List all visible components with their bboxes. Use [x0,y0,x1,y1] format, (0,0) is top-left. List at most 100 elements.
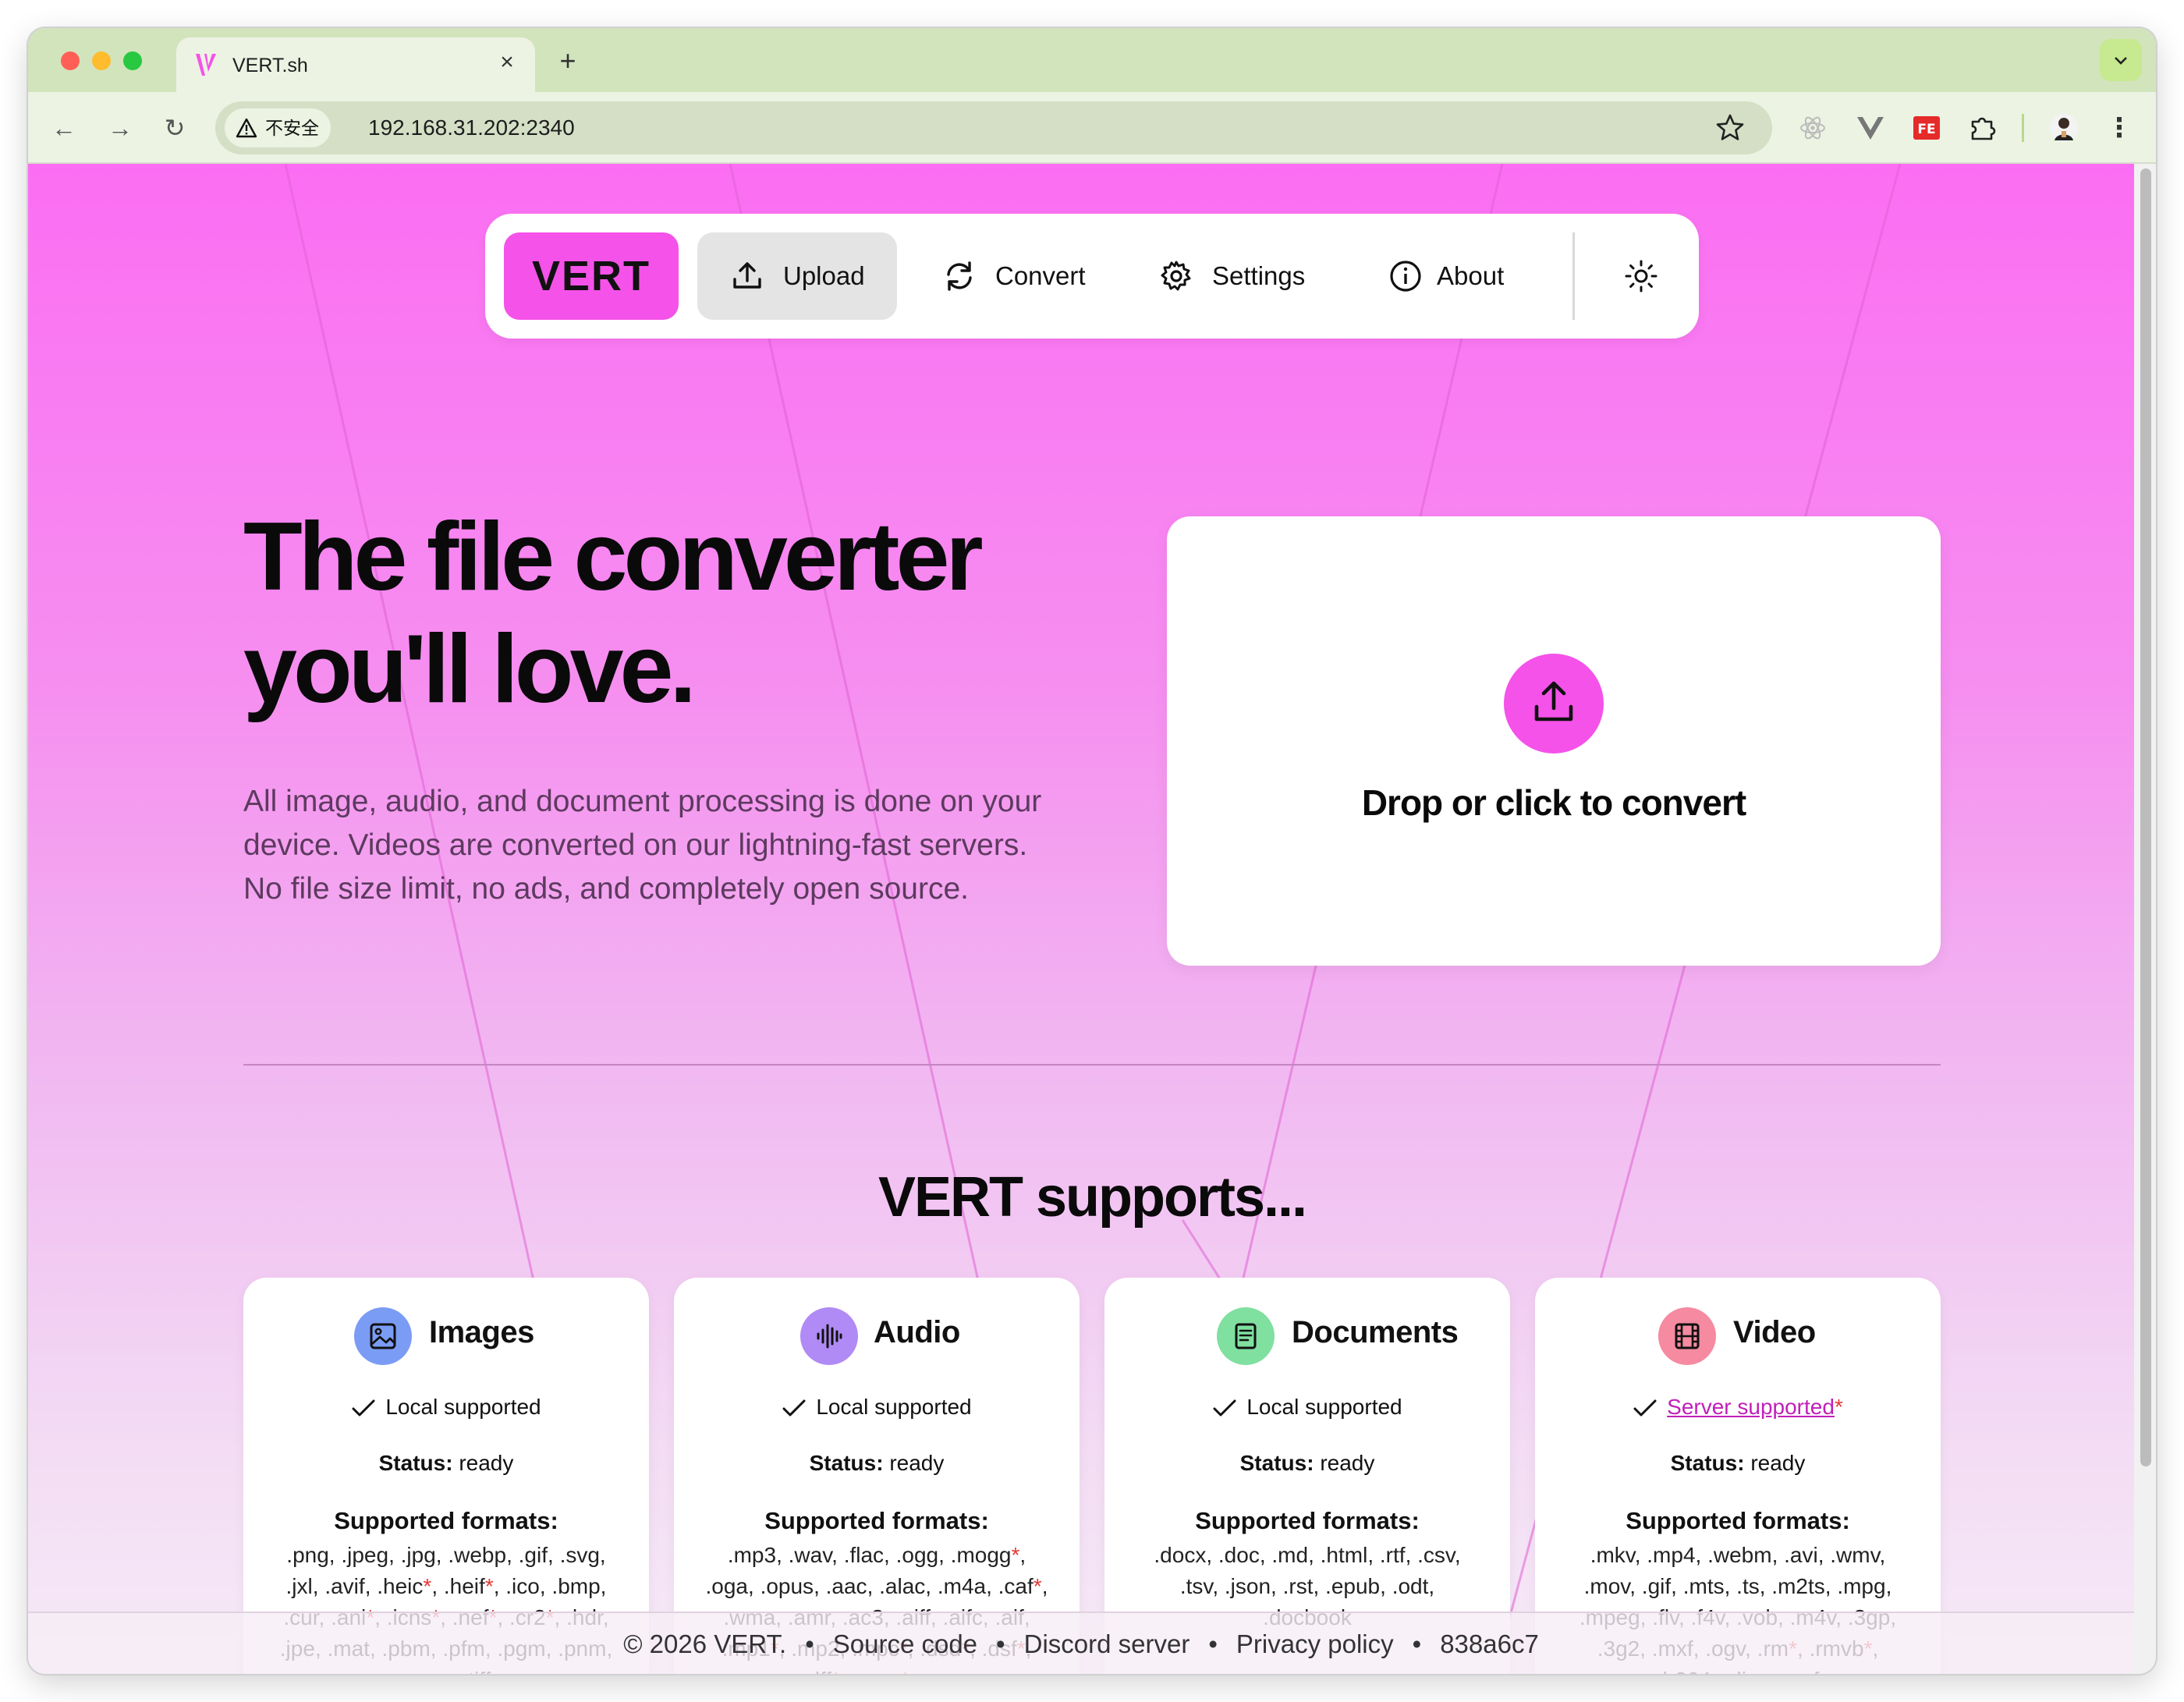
card-header: Images [243,1307,649,1365]
server-supported-link[interactable]: Server supported [1667,1395,1835,1419]
footer-privacy-link[interactable]: Privacy policy [1236,1629,1394,1658]
card-title: Images [429,1315,534,1349]
card-icon-circle [1658,1307,1716,1365]
format-item: .png [286,1543,329,1567]
bookmark-star-icon[interactable] [1714,112,1746,144]
format-item: .gif [1641,1574,1672,1598]
card-title: Audio [874,1315,960,1349]
nav-upload[interactable]: Upload [697,232,897,320]
theme-toggle-button[interactable] [1602,232,1680,320]
page-scrollbar[interactable] [2134,164,2156,1674]
status-label: Status: [378,1451,453,1475]
address-bar[interactable]: 不安全 192.168.31.202:2340 [215,101,1772,154]
format-item: .mov [1583,1574,1630,1598]
hero-title-line1: The file converter [243,503,984,611]
card-icon-circle [354,1307,412,1365]
format-item: .tsv [1179,1574,1213,1598]
film-icon [1675,1323,1700,1349]
nav-convert[interactable]: Convert [911,232,1090,320]
chevron-down-icon [2115,57,2127,65]
upload-icon [1534,681,1573,722]
format-item: .bmp [551,1574,601,1598]
format-item: .caf* [998,1574,1042,1598]
sun-icon [1625,260,1658,293]
footer-source-link[interactable]: Source code [833,1629,977,1658]
card-support-line: Local supported [243,1395,649,1420]
format-item: .heic* [377,1574,432,1598]
url-text[interactable]: 192.168.31.202:2340 [368,115,575,140]
puzzle-extensions-icon[interactable] [1967,112,1998,144]
reload-button[interactable]: ↻ [158,111,192,145]
react-devtools-extension-icon[interactable] [1797,112,1828,144]
nav-about[interactable]: About [1365,232,1537,320]
format-item: .avi [1784,1543,1818,1567]
forward-button[interactable]: → [103,111,137,145]
format-item: .avif [324,1574,365,1598]
browser-menu-button[interactable]: ⋮ [2106,109,2133,147]
format-item: .svg [559,1543,600,1567]
tab-search-button[interactable] [2100,39,2142,81]
card-header: Video [1535,1307,1941,1365]
card-status: Status: ready [243,1451,649,1476]
tab-close-icon[interactable]: × [493,48,521,76]
warning-icon [236,118,257,138]
profile-avatar[interactable] [2048,112,2079,144]
nav-convert-label: Convert [995,261,1086,290]
required-mark: * [484,1574,494,1598]
formats-heading: Supported formats: [764,1507,989,1534]
status-value: ready [459,1451,514,1475]
format-item: .json [1224,1574,1271,1598]
logo-text: VERT [531,253,651,300]
status-value: ready [889,1451,945,1475]
card-header: Audio [674,1307,1080,1365]
format-item: .odt [1392,1574,1429,1598]
format-item: .alac [879,1574,926,1598]
new-tab-button[interactable]: + [552,45,583,76]
card-status: Status: ready [674,1451,1080,1476]
footer-discord-link[interactable]: Discord server [1024,1629,1190,1658]
format-item: .opus [760,1574,814,1598]
footer-copyright: © 2026 VERT. [623,1629,787,1658]
fe-extension-icon[interactable]: FE [1911,112,1942,144]
navbar-divider [1572,232,1575,320]
security-chip[interactable]: 不安全 [225,108,331,147]
card-support-label: Local supported [816,1395,972,1419]
nav-settings[interactable]: Settings [1137,232,1309,320]
format-item: .gif [518,1543,548,1567]
back-button[interactable]: ← [47,111,81,145]
format-item: .mogg* [950,1543,1020,1567]
format-item: .ogg [895,1543,939,1567]
browser-tab-active[interactable]: VERT.sh × [176,37,535,92]
footer-separator: • [1412,1629,1422,1658]
page-viewport: VERT Upload Convert Settings About The f… [28,164,2134,1674]
vert-logo[interactable]: VERT [504,232,679,320]
app-navbar: VERT Upload Convert Settings About [485,214,1699,339]
vue-devtools-extension-icon[interactable] [1855,112,1886,144]
minimize-window-button[interactable] [92,51,111,70]
card-status: Status: ready [1535,1451,1941,1476]
section-divider [243,1064,1941,1066]
footer-commit-link[interactable]: 838a6c7 [1440,1629,1539,1658]
info-icon [1390,261,1421,292]
status-label: Status: [1239,1451,1314,1475]
scrollbar-thumb[interactable] [2140,168,2151,1466]
card-title: Video [1733,1315,1816,1349]
svg-text:FE: FE [1917,122,1935,137]
format-item: .wav [788,1543,832,1567]
card-support-label: Local supported [1246,1395,1402,1419]
format-item: .aac [825,1574,867,1598]
close-window-button[interactable] [61,51,80,70]
image-icon [370,1323,396,1349]
card-support-line: Local supported [1104,1395,1510,1420]
file-dropzone[interactable]: Drop or click to convert [1167,516,1941,966]
required-mark: * [423,1574,432,1598]
format-item: .wmv [1830,1543,1880,1567]
toolbar-divider [2022,114,2024,142]
required-mark: * [1011,1543,1020,1567]
format-item: .m2ts [1771,1574,1825,1598]
browser-window: VERT.sh × + ← → ↻ 不安全 192.168.31.202:234… [28,28,2156,1674]
maximize-window-button[interactable] [123,51,142,70]
document-icon [1235,1323,1257,1349]
nav-upload-label: Upload [783,261,865,290]
check-icon [782,1399,806,1417]
